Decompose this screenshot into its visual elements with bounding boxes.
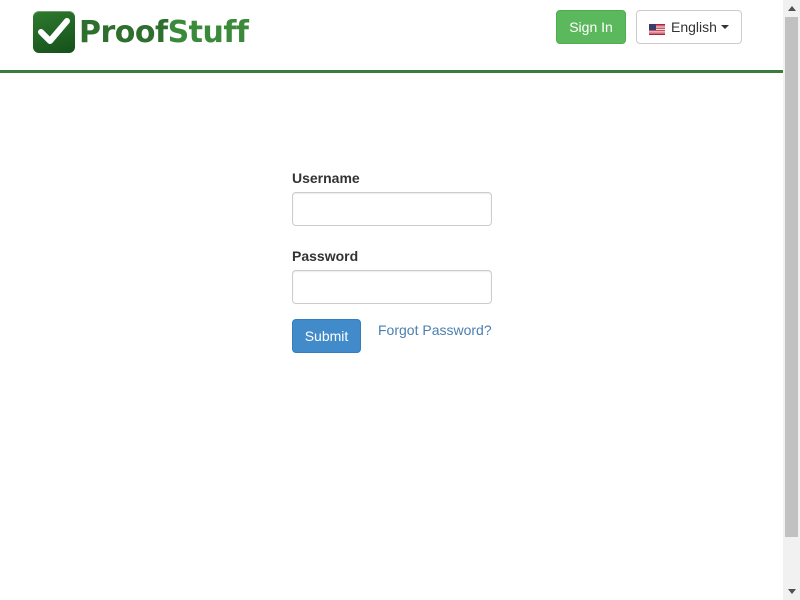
username-label: Username — [292, 170, 360, 186]
form-actions: Submit Forgot Password? — [292, 319, 492, 353]
page: ProofStuff Sign In English Username Pass… — [0, 0, 800, 600]
scrollbar-thumb[interactable] — [785, 17, 798, 537]
language-label: English — [671, 19, 717, 35]
submit-button[interactable]: Submit — [292, 319, 361, 353]
username-input[interactable] — [292, 192, 492, 226]
caret-down-icon — [720, 25, 729, 29]
logo-text-proof: Proof — [79, 14, 168, 50]
us-flag-icon — [649, 22, 665, 35]
logo[interactable]: ProofStuff — [33, 10, 249, 54]
logo-text: ProofStuff — [79, 14, 249, 50]
password-input[interactable] — [292, 270, 492, 304]
scroll-up-arrow-icon[interactable] — [783, 0, 800, 17]
forgot-password-link[interactable]: Forgot Password? — [378, 322, 492, 338]
login-form: Username Password Submit Forgot Password… — [292, 170, 492, 353]
scroll-down-arrow-icon[interactable] — [783, 583, 800, 600]
vertical-scrollbar[interactable] — [783, 0, 800, 600]
password-label: Password — [292, 248, 359, 264]
sign-in-button[interactable]: Sign In — [556, 10, 626, 44]
logo-text-stuff: Stuff — [167, 14, 249, 50]
header: ProofStuff Sign In English — [0, 0, 783, 73]
language-dropdown[interactable]: English — [636, 10, 742, 44]
checkmark-icon — [33, 11, 75, 53]
